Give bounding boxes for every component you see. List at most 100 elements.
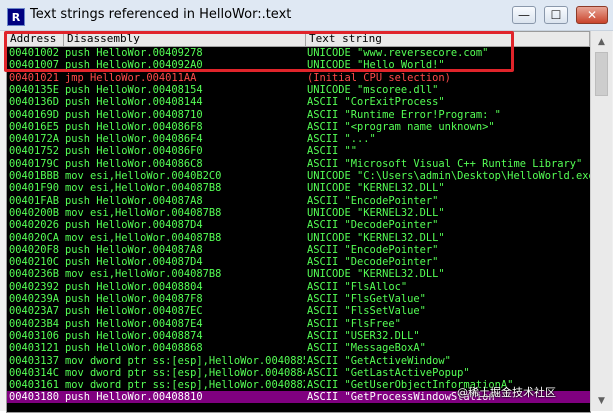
- cell-text-string: ASCII "EncodePointer": [307, 243, 439, 256]
- cell-text-string: ASCII "FlsFree": [307, 317, 401, 330]
- cell-address: 0040239A: [9, 293, 60, 305]
- cell-disassembly: push HelloWor.004087E4: [65, 317, 203, 330]
- table-row[interactable]: 0040172A push HelloWor.004086F4 ASCII "...…: [7, 133, 590, 145]
- cell-address: 004023B4: [9, 317, 60, 330]
- table-row[interactable]: 00401021 jmp HelloWor.004011AA (Initial CP…: [7, 72, 590, 84]
- cell-disassembly: mov dword ptr ss:[esp],HelloWor.00408828: [65, 379, 305, 392]
- cell-text-string: ASCII "FlsAlloc": [307, 280, 408, 293]
- cell-text-string: ASCII "USER32.DLL": [307, 329, 420, 342]
- cell-text-string: ASCII "MessageBoxA": [307, 342, 426, 355]
- watermark: @稀土掘金技术社区: [457, 386, 556, 399]
- table-row[interactable]: 0040169D push HelloWor.00408710 ASCII "Run…: [7, 109, 590, 121]
- cell-address: 00403180: [9, 391, 60, 404]
- cell-disassembly: mov dword ptr ss:[esp],HelloWor.00408858: [65, 354, 305, 367]
- cell-text-string: ASCII "GetLastActivePopup": [307, 366, 470, 379]
- cell-address: 00403137: [9, 354, 60, 367]
- cell-text-string: ASCII "<program name unknown>": [307, 120, 495, 133]
- cell-disassembly: mov esi,HelloWor.004087B8: [65, 182, 222, 195]
- cell-address: 00403161: [9, 379, 60, 392]
- cell-address: 0040172A: [9, 133, 60, 146]
- table-row[interactable]: 0040136D push HelloWor.00408144 ASCII "Cor…: [7, 96, 590, 108]
- cell-address: 0040210C: [9, 256, 60, 269]
- cell-disassembly: push HelloWor.004086F0: [65, 145, 203, 158]
- table-row[interactable]: 00401BBB mov esi,HelloWor.0040B2C0 UNICODE…: [7, 170, 590, 182]
- table-row[interactable]: 004023A7 push HelloWor.004087EC ASCII "Fls…: [7, 305, 590, 317]
- cell-address: 0040135E: [9, 83, 60, 96]
- table-row[interactable]: 0040236B mov esi,HelloWor.004087B8 UNICODE…: [7, 268, 590, 280]
- cell-address: 00402392: [9, 280, 60, 293]
- table-row[interactable]: 00403121 push HelloWor.00408868 ASCII "Mes…: [7, 342, 590, 354]
- strings-list[interactable]: Address Disassembly Text string 00401002…: [6, 31, 591, 413]
- scroll-thumb[interactable]: [595, 52, 608, 96]
- cell-address: 00401021: [9, 71, 60, 84]
- cell-disassembly: mov esi,HelloWor.004087B8: [65, 206, 222, 219]
- table-row[interactable]: 00401752 push HelloWor.004086F0 ASCII "": [7, 145, 590, 157]
- cell-address: 00401F90: [9, 182, 60, 195]
- table-row[interactable]: 0040135E push HelloWor.00408154 UNICODE "m…: [7, 84, 590, 96]
- cell-address: 004020F8: [9, 243, 60, 256]
- strings-window: R Text strings referenced in HelloWor:.t…: [0, 0, 613, 413]
- table-row[interactable]: 004016E5 push HelloWor.004086F8 ASCII "<pr…: [7, 121, 590, 133]
- cell-text-string: UNICODE "KERNEL32.DLL": [307, 206, 445, 219]
- title-bar[interactable]: R Text strings referenced in HelloWor:.t…: [0, 0, 613, 31]
- cell-disassembly: mov dword ptr ss:[esp],HelloWor.00408844: [65, 366, 305, 379]
- cell-text-string: (Initial CPU selection): [307, 71, 451, 84]
- app-icon: R: [7, 8, 25, 26]
- close-button[interactable]: ✕: [576, 6, 608, 24]
- cell-address: 00401BBB: [9, 170, 60, 182]
- cell-address: 0040169D: [9, 108, 60, 121]
- table-row[interactable]: 004020CA mov esi,HelloWor.004087B8 UNICODE…: [7, 232, 590, 244]
- table-row[interactable]: 004020F8 push HelloWor.004087A8 ASCII "Enc…: [7, 244, 590, 256]
- table-row[interactable]: 00401F90 mov esi,HelloWor.004087B8 UNICODE…: [7, 182, 590, 194]
- table-row[interactable]: 0040314C mov dword ptr ss:[esp],HelloWor.…: [7, 367, 590, 379]
- cell-address: 00403121: [9, 342, 60, 355]
- cell-text-string: ASCII "Microsoft Visual C++ Runtime Libr…: [307, 157, 583, 170]
- cell-text-string: UNICODE "KERNEL32.DLL": [307, 268, 445, 281]
- table-row[interactable]: 00401FAB push HelloWor.004087A8 ASCII "Enc…: [7, 195, 590, 207]
- cell-address: 004020CA: [9, 231, 60, 244]
- cell-disassembly: mov esi,HelloWor.004087B8: [65, 268, 222, 281]
- table-row[interactable]: 00403106 push HelloWor.00408874 ASCII "USE…: [7, 330, 590, 342]
- cell-address: 00402026: [9, 219, 60, 232]
- cell-disassembly: push HelloWor.004087A8: [65, 243, 203, 256]
- table-row[interactable]: 0040200B mov esi,HelloWor.004087B8 UNICODE…: [7, 207, 590, 219]
- vertical-scrollbar[interactable]: ▲ ▼: [590, 31, 612, 411]
- scroll-down-arrow-icon[interactable]: ▼: [593, 392, 610, 409]
- cell-address: 0040236B: [9, 268, 60, 281]
- cell-text-string: ASCII "FlsSetValue": [307, 305, 426, 318]
- cell-disassembly: jmp HelloWor.004011AA: [65, 71, 197, 84]
- cell-text-string: UNICODE "C:\Users\admin\Desktop\HelloWor…: [307, 170, 590, 182]
- table-row[interactable]: 0040239A push HelloWor.004087F8 ASCII "Fls…: [7, 293, 590, 305]
- table-row[interactable]: 0040179C push HelloWor.004086C8 ASCII "Mic…: [7, 158, 590, 170]
- cell-text-string: ASCII "GetActiveWindow": [307, 354, 451, 367]
- table-row[interactable]: 0040210C push HelloWor.004087D4 ASCII "Dec…: [7, 256, 590, 268]
- cell-text-string: ASCII "DecodePointer": [307, 256, 439, 269]
- cell-text-string: ASCII "FlsGetValue": [307, 293, 426, 305]
- cell-disassembly: push HelloWor.00408810: [65, 391, 203, 404]
- cell-address: 00403106: [9, 329, 60, 342]
- table-row[interactable]: 00402392 push HelloWor.00408804 ASCII "Fls…: [7, 281, 590, 293]
- scroll-up-arrow-icon[interactable]: ▲: [593, 33, 610, 50]
- cell-disassembly: push HelloWor.00408868: [65, 342, 203, 355]
- cell-disassembly: push HelloWor.004087D4: [65, 256, 203, 269]
- cell-address: 0040314C: [9, 366, 60, 379]
- cell-address: 0040136D: [9, 96, 60, 109]
- cell-disassembly: push HelloWor.004087EC: [65, 305, 203, 318]
- table-row[interactable]: 004023B4 push HelloWor.004087E4 ASCII "Fls…: [7, 318, 590, 330]
- cell-disassembly: push HelloWor.004087D4: [65, 219, 203, 232]
- cell-text-string: UNICODE "KERNEL32.DLL": [307, 182, 445, 195]
- cell-text-string: ASCII "CorExitProcess": [307, 96, 445, 109]
- table-row[interactable]: 00402026 push HelloWor.004087D4 ASCII "Dec…: [7, 219, 590, 231]
- list-rows: 00401002 push HelloWor.00409278 UNICODE "w…: [7, 47, 590, 412]
- cell-text-string: ASCII "DecodePointer": [307, 219, 439, 232]
- maximize-button[interactable]: ☐: [544, 6, 568, 24]
- cell-disassembly: mov esi,HelloWor.004087B8: [65, 231, 222, 244]
- minimize-button[interactable]: —: [512, 6, 536, 24]
- cell-text-string: ASCII "Runtime Error!Program: ": [307, 108, 501, 121]
- cell-address: 004023A7: [9, 305, 60, 318]
- cell-address: 00401FAB: [9, 194, 60, 207]
- cell-disassembly: push HelloWor.004087A8: [65, 194, 203, 207]
- cell-disassembly: push HelloWor.004086F8: [65, 120, 203, 133]
- table-row[interactable]: 00403137 mov dword ptr ss:[esp],HelloWor.…: [7, 355, 590, 367]
- cell-disassembly: push HelloWor.00408710: [65, 108, 203, 121]
